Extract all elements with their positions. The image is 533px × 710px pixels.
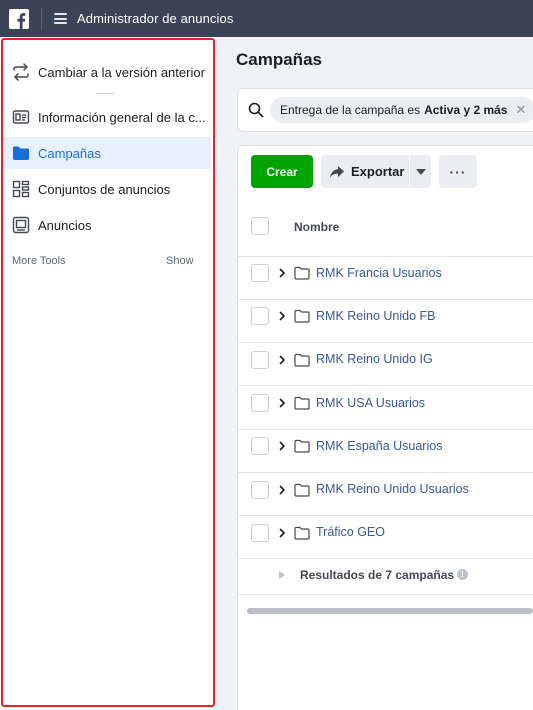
folder-outline-icon [294,266,310,280]
row-divider [237,594,533,595]
row-divider [237,558,533,559]
chevron-right-icon[interactable] [277,311,287,321]
column-header-name[interactable]: Nombre [294,220,339,234]
sidebar-item-label: Conjuntos de anuncios [38,181,171,197]
caret-down-icon [415,168,426,175]
sidebar-divider [96,93,114,94]
hamburger-menu-icon[interactable] [54,13,67,24]
sidebar-item-account-overview[interactable]: Información general de la c... [2,101,211,133]
create-button[interactable]: Crear [251,155,313,188]
show-more-tools-link[interactable]: Show [166,255,194,267]
facebook-logo-icon[interactable] [9,8,29,29]
caret-right-icon[interactable] [279,571,285,579]
chevron-right-icon[interactable] [277,441,287,451]
row-divider [237,299,533,300]
horizontal-scrollbar[interactable] [247,608,533,614]
close-icon[interactable]: ✕ [515,102,526,118]
export-dropdown-button[interactable] [410,155,431,188]
folder-icon [12,144,30,162]
campaign-name-link[interactable]: RMK Francia Usuarios [316,266,442,280]
more-tools-label: More Tools [12,255,66,267]
folder-outline-icon [294,309,310,323]
share-arrow-icon [330,165,344,178]
search-icon [248,102,264,123]
filter-chip-delivery[interactable]: Entrega de la campaña es Activa y 2 más … [270,97,533,123]
folder-outline-icon [294,353,310,367]
sidebar-item-ads[interactable]: Anuncios [2,209,211,241]
campaign-name-link[interactable]: Tráfico GEO [316,525,385,539]
chevron-right-icon[interactable] [277,485,287,495]
row-divider [237,256,533,257]
sidebar-item-ad-sets[interactable]: Conjuntos de anuncios [2,173,211,205]
row-checkbox[interactable] [251,481,269,499]
account-overview-icon [12,108,30,126]
select-all-checkbox[interactable] [251,217,269,235]
row-checkbox[interactable] [251,437,269,455]
sidebar-item-campaigns[interactable]: Campañas [2,137,211,169]
more-options-button[interactable]: ··· [439,155,477,188]
campaign-name-link[interactable]: RMK USA Usuarios [316,396,425,410]
chevron-right-icon[interactable] [277,268,287,278]
campaign-name-link[interactable]: RMK Reino Unido IG [316,352,433,366]
campaign-name-link[interactable]: RMK Reino Unido FB [316,309,436,323]
chevron-right-icon[interactable] [277,398,287,408]
folder-outline-icon [294,526,310,540]
row-checkbox[interactable] [251,351,269,369]
campaigns-table-panel [237,145,533,710]
row-divider [237,515,533,516]
row-checkbox[interactable] [251,264,269,282]
topbar-divider [41,7,42,30]
sidebar-item-label: Anuncios [38,217,92,233]
app-title: Administrador de anuncios [77,11,234,26]
search-filter-bar[interactable]: Entrega de la campaña es Activa y 2 más … [237,88,533,132]
campaign-name-link[interactable]: RMK España Usuarios [316,439,442,453]
filter-chip-prefix: Entrega de la campaña es [280,103,421,117]
folder-outline-icon [294,483,310,497]
export-button-label: Exportar [351,164,405,179]
info-icon[interactable]: i [457,569,468,580]
filter-chip-value: Activa y 2 más [424,103,508,117]
campaign-name-link[interactable]: RMK Reino Unido Usuarios [316,482,469,496]
export-button[interactable]: Exportar [321,155,409,188]
row-divider [237,429,533,430]
top-bar: Administrador de anuncios [0,0,533,37]
grid-icon [12,180,30,198]
row-checkbox[interactable] [251,524,269,542]
sidebar-item-label: Campañas [38,145,101,161]
page-title: Campañas [236,50,322,69]
chevron-right-icon[interactable] [277,355,287,365]
row-divider [237,342,533,343]
chevron-right-icon[interactable] [277,528,287,538]
ad-monitor-icon [12,216,30,234]
switch-arrows-icon [12,63,30,81]
sidebar-item-switch-version[interactable]: Cambiar a la versión anterior [2,56,211,88]
sidebar-item-label: Información general de la c... [38,109,206,125]
row-checkbox[interactable] [251,307,269,325]
folder-outline-icon [294,439,310,453]
folder-outline-icon [294,396,310,410]
sidebar-item-label: Cambiar a la versión anterior [38,64,205,80]
row-checkbox[interactable] [251,394,269,412]
row-divider [237,385,533,386]
results-summary: Resultados de 7 campañas [300,568,455,582]
row-divider [237,472,533,473]
